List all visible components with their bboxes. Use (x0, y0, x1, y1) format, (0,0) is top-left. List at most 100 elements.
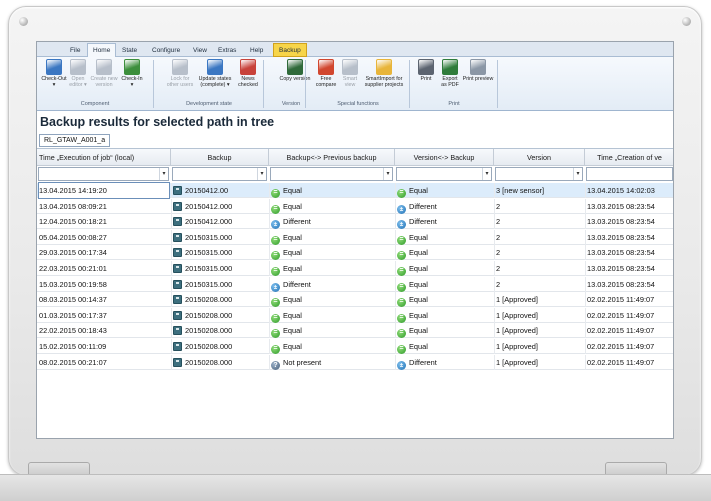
filter-input-backup[interactable]: ▾ (172, 167, 267, 181)
different-status-icon (397, 220, 406, 230)
print-button[interactable]: Print (414, 59, 438, 82)
checkin-button[interactable]: Check-In ▾ (119, 59, 145, 88)
ribbon-button-sublabel: other users (166, 82, 194, 88)
backup-disk-icon (173, 279, 182, 289)
filter-input-version[interactable]: ▾ (495, 167, 583, 181)
news-checked-button[interactable]: News checked (236, 59, 260, 88)
tab-backup[interactable]: Backup (273, 43, 307, 57)
cell-text: 13.03.2015 08:23:54 (587, 248, 655, 258)
equal-status-icon (271, 329, 280, 339)
cell-text: Equal (283, 264, 302, 273)
table-row[interactable]: 08.03.2015 00:14:37 20150208.000 Equal Equa… (37, 292, 673, 308)
table-row[interactable]: 22.03.2015 00:21:01 20150315.000 Equal Equa… (37, 261, 673, 276)
column-divider (395, 323, 396, 339)
cell-text: 20150412.00 (185, 186, 229, 195)
table-row[interactable]: 13.04.2015 08:09:21 20150412.000 Equal Diff… (37, 198, 673, 214)
column-divider (585, 261, 586, 276)
equal-status-icon (271, 189, 280, 198)
print-preview-button[interactable]: Print preview (461, 59, 495, 82)
backup-disk-icon (173, 295, 182, 305)
column-header-version[interactable]: Version (494, 149, 585, 166)
table-row[interactable]: 13.04.2015 14:19:20 20150412.00 Equal Equal… (37, 182, 673, 199)
cell-text: 02.02.2015 11:49:07 (587, 342, 655, 351)
checkout-button[interactable]: Check-Out ▾ (41, 59, 67, 88)
table-row[interactable]: 29.03.2015 00:17:34 20150315.000 Equal Equa… (37, 245, 673, 261)
table-row[interactable]: 01.03.2015 00:17:37 20150208.000 Equal Equa… (37, 307, 673, 323)
export-pdf-button[interactable]: Export as PDF (439, 59, 461, 88)
cell-version: 1 [Approved] (496, 292, 583, 307)
lock-icon (172, 59, 188, 75)
tab-state[interactable]: State (117, 44, 142, 57)
table-row[interactable]: 05.04.2015 00:08:27 20150315.000 Equal Equa… (37, 229, 673, 245)
ribbon-tab-bar: File Home State Configure View Extras He… (37, 42, 673, 58)
tab-extras[interactable]: Extras (213, 44, 241, 57)
column-divider (395, 183, 396, 198)
column-header-version-backup[interactable]: Version<-> Backup (395, 149, 494, 166)
table-row[interactable]: 15.02.2015 00:11:09 20150208.000 Equal Equa… (37, 339, 673, 354)
cell-backup: 20150208.000 (173, 308, 267, 323)
dropdown-arrow-icon[interactable]: ▾ (257, 168, 266, 180)
tab-view[interactable]: View (188, 44, 212, 57)
smartimport-button[interactable]: SmartImport for supplier projects (361, 59, 407, 88)
column-divider (395, 292, 396, 308)
cell-prev-backup: Different (271, 214, 393, 230)
filter-input-version-backup[interactable]: ▾ (396, 167, 492, 181)
filter-input-creation-time[interactable] (586, 167, 673, 181)
dropdown-arrow-icon[interactable]: ▾ (383, 168, 392, 180)
different-status-icon (271, 220, 280, 230)
equal-status-icon (397, 298, 406, 308)
table-row[interactable]: 12.04.2015 00:18:21 20150412.000 Different… (37, 214, 673, 230)
column-divider (171, 276, 172, 292)
filter-input-prev-backup[interactable]: ▾ (270, 167, 393, 181)
equal-status-icon (397, 313, 406, 323)
column-divider (395, 229, 396, 245)
cell-prev-backup: Equal (271, 292, 393, 308)
cell-text: 22.02.2015 00:18:43 (39, 326, 107, 336)
cell-prev-backup: Equal (271, 323, 393, 339)
column-header-time[interactable]: Time „Execution of job“ (local) (37, 149, 171, 166)
table-row[interactable]: 08.02.2015 00:21:07 20150208.000 Not prese… (37, 354, 673, 370)
column-header-creation-time[interactable]: Time „Creation of ve (585, 149, 673, 166)
equal-status-icon (271, 204, 280, 214)
column-divider (171, 214, 172, 230)
free-compare-button[interactable]: Free compare (313, 59, 339, 88)
cell-text: 20150315.000 (185, 248, 233, 258)
column-divider (395, 245, 396, 261)
dropdown-arrow-icon[interactable]: ▾ (573, 168, 582, 180)
cell-text: 1 [Approved] (496, 310, 538, 320)
tab-configure[interactable]: Configure (147, 44, 185, 57)
path-tab[interactable]: RL_GTAW_A001_a (39, 134, 111, 147)
lock-button: Lock for other users (165, 59, 195, 88)
dropdown-arrow-icon[interactable]: ▾ (159, 168, 168, 180)
cell-text: Equal (409, 279, 428, 289)
table-row[interactable]: 22.02.2015 00:18:43 20150208.000 Equal Equa… (37, 323, 673, 339)
tab-help[interactable]: Help (245, 44, 268, 57)
update-states-button[interactable]: Update states (complete) ▾ (195, 59, 235, 88)
cell-text: Not present (283, 357, 322, 367)
cell-creation-time: 13.03.2015 08:23:54 (587, 214, 673, 229)
column-divider (171, 198, 172, 214)
column-header-prev-backup[interactable]: Backup<-> Previous backup (269, 149, 395, 166)
column-divider (269, 339, 270, 354)
cell-text: Equal (283, 295, 302, 305)
cell-version-backup: Equal (397, 323, 492, 339)
column-header-backup[interactable]: Backup (171, 149, 269, 166)
ribbon-button-sublabel: as PDF (441, 82, 459, 88)
smart-view-icon (342, 59, 358, 75)
cell-creation-time: 13.03.2015 08:23:54 (587, 277, 673, 292)
cell-text: 13.04.2015 08:09:21 (39, 201, 107, 211)
column-divider (269, 276, 270, 292)
tab-home[interactable]: Home (87, 43, 117, 58)
equal-status-icon (397, 345, 406, 354)
open-editor-icon (70, 59, 86, 75)
table-row[interactable]: 15.03.2015 00:19:58 20150315.000 Different… (37, 276, 673, 292)
copy-version-button[interactable]: Copy version (275, 59, 315, 82)
column-divider (585, 276, 586, 292)
cell-time: 29.03.2015 00:17:34 (39, 245, 169, 260)
equal-status-icon (271, 298, 280, 308)
filter-input-time[interactable]: ▾ (38, 167, 169, 181)
cell-prev-backup: Equal (271, 308, 393, 323)
different-status-icon (397, 204, 406, 214)
tab-file[interactable]: File (65, 44, 85, 57)
dropdown-arrow-icon[interactable]: ▾ (482, 168, 491, 180)
